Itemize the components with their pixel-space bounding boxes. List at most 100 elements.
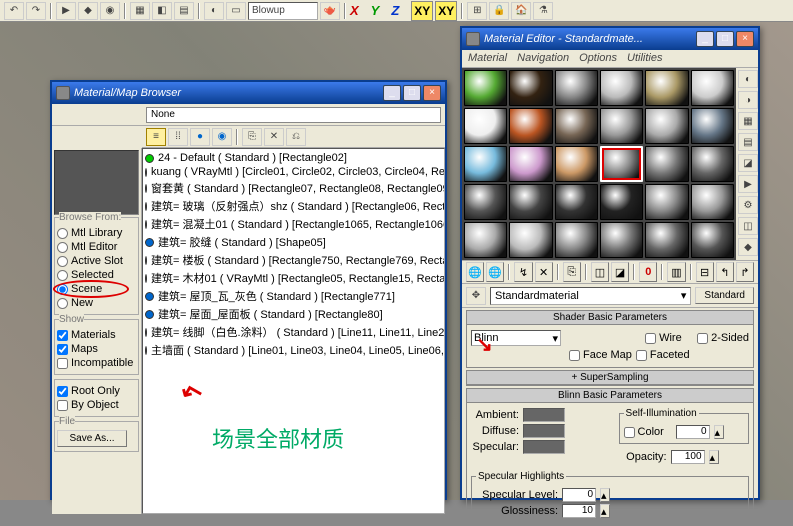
toolbar-btn[interactable]: ↶ — [4, 2, 24, 20]
radio-scene[interactable]: Scene — [57, 282, 136, 296]
sample-slot[interactable] — [600, 146, 643, 182]
close-button[interactable]: × — [423, 85, 441, 101]
go-forward-icon[interactable]: ↱ — [736, 262, 754, 282]
blowup-dropdown[interactable]: Blowup — [248, 2, 318, 20]
radio-mtl-library[interactable]: Mtl Library — [57, 226, 136, 240]
check-by-object[interactable]: By Object — [57, 398, 136, 412]
make-unique-icon[interactable]: ◫ — [591, 262, 609, 282]
rollout-shader-basic-params[interactable]: Shader Basic Parameters — [467, 311, 753, 325]
get-material-icon[interactable]: 🌐 — [466, 262, 484, 282]
spinner-btn[interactable]: ▴ — [600, 504, 610, 518]
pick-icon[interactable]: ✥ — [466, 287, 486, 305]
sample-slot[interactable] — [555, 184, 598, 220]
check-faceted[interactable]: Faceted — [636, 348, 690, 362]
sample-slot[interactable] — [645, 184, 688, 220]
toolbar-btn[interactable]: ▭ — [226, 2, 246, 20]
menu-options[interactable]: Options — [579, 52, 617, 65]
sample-slot[interactable] — [645, 146, 688, 182]
action-btn[interactable]: ✕ — [264, 128, 284, 146]
sample-slot[interactable] — [464, 184, 507, 220]
maximize-button[interactable]: □ — [716, 31, 734, 47]
background-icon[interactable]: ▦ — [738, 112, 758, 130]
select-by-mat-icon[interactable]: ◫ — [738, 217, 758, 235]
sample-slot[interactable] — [509, 70, 552, 106]
close-button[interactable]: × — [736, 31, 754, 47]
view-icons-icon[interactable]: ⁞⁞ — [168, 128, 188, 146]
check-wire[interactable]: Wire — [645, 331, 693, 345]
toolbar-btn[interactable]: ↷ — [26, 2, 46, 20]
list-item[interactable]: 建筑= 胶缝 ( Standard ) [Shape05] — [145, 233, 442, 251]
specular-swatch[interactable] — [523, 440, 565, 454]
glossiness-spinner[interactable]: 10 — [562, 504, 596, 518]
sample-slot[interactable] — [691, 222, 734, 258]
toolbar-btn[interactable]: ⊞ — [467, 2, 487, 20]
sample-slot[interactable] — [691, 70, 734, 106]
sample-slot[interactable] — [509, 146, 552, 182]
assign-icon[interactable]: ↯ — [514, 262, 532, 282]
toolbar-btn[interactable]: ▦ — [130, 2, 150, 20]
spinner-btn[interactable]: ▴ — [709, 450, 719, 464]
put-to-lib-icon[interactable]: ◪ — [611, 262, 629, 282]
view-list-icon[interactable]: ≡ — [146, 128, 166, 146]
radio-new[interactable]: New — [57, 296, 136, 310]
reset-icon[interactable]: ✕ — [535, 262, 553, 282]
list-item[interactable]: kuang ( VRayMtl ) [Circle01, Circle02, C… — [145, 165, 442, 179]
check-maps[interactable]: Maps — [57, 342, 136, 356]
sample-slot[interactable] — [600, 222, 643, 258]
action-btn[interactable]: ⎌ — [286, 128, 306, 146]
show-map-icon[interactable]: ▥ — [667, 262, 685, 282]
make-copy-icon[interactable]: ⎘ — [563, 262, 581, 282]
menu-navigation[interactable]: Navigation — [517, 52, 569, 65]
sample-slot[interactable] — [600, 108, 643, 144]
rollout-supersampling[interactable]: SuperSampling — [467, 371, 753, 385]
plane-xy[interactable]: XY — [411, 1, 433, 21]
sample-slot[interactable] — [509, 108, 552, 144]
minimize-button[interactable]: _ — [696, 31, 714, 47]
list-item[interactable]: 主墙面 ( Standard ) [Line01, Line03, Line04… — [145, 341, 442, 359]
toolbar-btn[interactable]: 🏠 — [511, 2, 531, 20]
axis-x-label[interactable]: X — [350, 3, 359, 18]
sample-type-icon[interactable]: ◐ — [738, 70, 758, 88]
view-sphere-icon[interactable]: ● — [190, 128, 210, 146]
toolbar-btn[interactable]: ▤ — [174, 2, 194, 20]
sample-slot[interactable] — [555, 146, 598, 182]
sample-slot[interactable] — [600, 184, 643, 220]
toolbar-btn[interactable]: ◧ — [152, 2, 172, 20]
sample-slot[interactable] — [645, 222, 688, 258]
show-end-icon[interactable]: ⊟ — [696, 262, 714, 282]
sample-slot[interactable] — [509, 184, 552, 220]
mat-id-icon[interactable]: 0 — [639, 262, 657, 282]
browser-titlebar[interactable]: Material/Map Browser _ □ × — [52, 82, 445, 104]
video-check-icon[interactable]: ◪ — [738, 154, 758, 172]
check-incompatible[interactable]: Incompatible — [57, 356, 136, 370]
maximize-button[interactable]: □ — [403, 85, 421, 101]
list-item[interactable]: 建筑= 混凝土01 ( Standard ) [Rectangle1065, R… — [145, 215, 442, 233]
go-parent-icon[interactable]: ↰ — [716, 262, 734, 282]
opacity-spinner[interactable]: 100 — [671, 450, 705, 464]
toolbar-btn[interactable]: ◉ — [100, 2, 120, 20]
sample-slot[interactable] — [464, 70, 507, 106]
ambient-swatch[interactable] — [523, 408, 565, 422]
check-facemap[interactable]: Face Map — [569, 348, 632, 362]
sample-slot[interactable] — [645, 70, 688, 106]
plane-xy2[interactable]: XY — [435, 1, 457, 21]
shader-dropdown[interactable]: Blinn▾ — [471, 330, 561, 346]
sample-slot[interactable] — [464, 108, 507, 144]
rollout-blinn-basic-params[interactable]: Blinn Basic Parameters — [467, 389, 753, 403]
list-item[interactable]: 建筑= 屋顶_瓦_灰色 ( Standard ) [Rectangle771] — [145, 287, 442, 305]
toolbar-btn[interactable]: ⚗ — [533, 2, 553, 20]
axis-z-label[interactable]: Z — [391, 3, 399, 18]
selfillum-spinner[interactable]: 0 — [676, 425, 710, 439]
sample-slot[interactable] — [464, 222, 507, 258]
sample-slot[interactable] — [691, 108, 734, 144]
meditor-titlebar[interactable]: Material Editor - Standardmate... _ □ × — [462, 28, 758, 50]
list-item[interactable]: 窗套黄 ( Standard ) [Rectangle07, Rectangle… — [145, 179, 442, 197]
material-list[interactable]: 24 - Default ( Standard ) [Rectangle02]k… — [142, 148, 445, 514]
check-2sided[interactable]: 2-Sided — [697, 331, 749, 345]
axis-y-label[interactable]: Y — [371, 3, 380, 18]
diffuse-swatch[interactable] — [523, 424, 565, 438]
menu-utilities[interactable]: Utilities — [627, 52, 662, 65]
save-as-button[interactable]: Save As... — [57, 430, 127, 447]
options-icon[interactable]: ⚙ — [738, 196, 758, 214]
uv-tiling-icon[interactable]: ▤ — [738, 133, 758, 151]
